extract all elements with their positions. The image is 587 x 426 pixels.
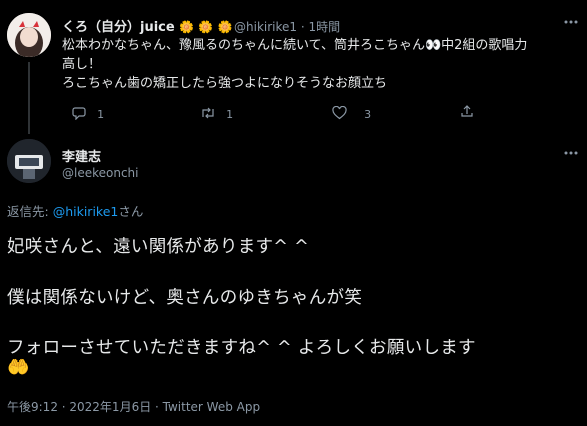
replying-to: 返信先: @hikirike1さん [7,201,143,220]
parent-more-icon[interactable] [563,14,579,34]
parent-text-line1-end: 中2組の歌唱力 [441,38,528,53]
parent-text-line2: 高し！ [62,57,102,72]
reply-timestamp[interactable]: 午後9:12 · 2022年1月6日 · Twitter Web App [7,398,260,415]
eyes-emoji: 👀 [424,38,442,53]
parent-display-name[interactable]: くろ（自分）juice 🌼 🌼 🌼 [62,16,232,35]
parent-handle-meta: @hikirike1 · 1時間 [234,18,340,35]
reply-line3: フォローさせていただきますね^ ^ よろしくお願いします [7,338,476,358]
meta-separator: · [300,20,305,34]
reply-action[interactable]: 1 [72,103,104,122]
parent-avatar[interactable] [7,13,51,57]
parent-tweet-text: 松本わかなちゃん、豫風るのちゃんに続いて、筒井ろこちゃん👀中2組の歌唱力 高し！… [62,36,582,93]
share-icon [461,105,473,117]
parent-name-emoji: 🌼 🌼 🌼 [179,20,233,34]
retweet-action[interactable]: 1 [200,103,233,122]
like-icon [332,105,347,120]
thread-line [28,62,30,134]
reply-to-label: 返信先: [7,204,49,219]
reply-to-handle-link[interactable]: @hikirike1 [53,204,119,219]
reply-avatar[interactable] [7,139,51,183]
reply-line2: 僕は関係ないけど、奥さんのゆきちゃんが笑 [7,288,363,308]
reply-handle[interactable]: @leekeonchi [62,166,139,180]
reply-display-name[interactable]: 李建志 [62,146,101,165]
hands-emoji: 🤲 [7,357,30,378]
parent-handle[interactable]: @hikirike1 [234,20,297,34]
reply-icon [72,107,86,121]
parent-text-line1: 松本わかなちゃん、豫風るのちゃんに続いて、筒井ろこちゃん [62,38,425,53]
like-count: 3 [364,108,372,121]
reply-to-suffix: さん [118,204,144,219]
parent-name-text[interactable]: くろ（自分）juice [62,20,175,35]
retweet-icon [202,107,214,119]
reply-more-icon[interactable] [563,145,579,165]
retweet-count: 1 [226,108,234,121]
like-action[interactable]: 3 [332,103,371,122]
reply-count: 1 [97,108,105,121]
reply-line1: 妃咲さんと、遠い関係があります^ ^ [7,237,310,257]
more-icon [564,20,578,24]
parent-text-line3: ろこちゃん歯の矯正したら強つよになりそうなお顔立ち [62,76,388,91]
parent-time[interactable]: 1時間 [309,20,341,34]
more-icon [564,151,578,155]
share-action[interactable] [460,103,474,122]
